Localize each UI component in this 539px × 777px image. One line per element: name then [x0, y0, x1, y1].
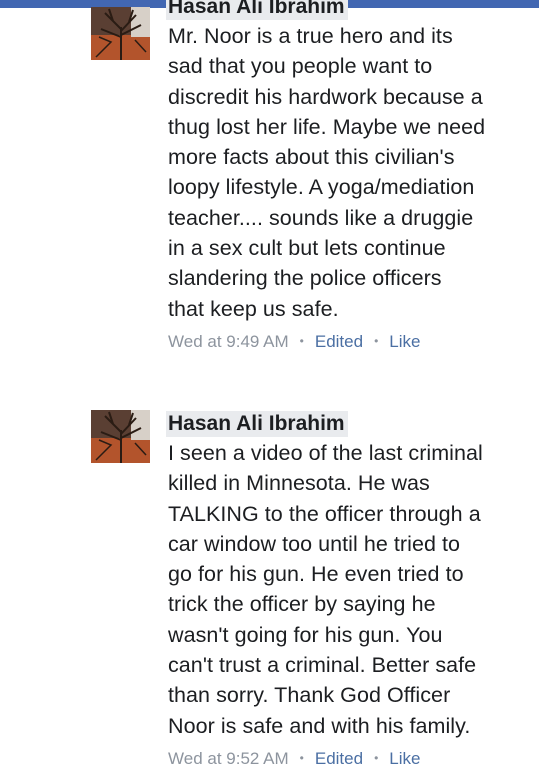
- separator-dot-icon: •: [299, 333, 304, 348]
- comment-text: Mr. Noor is a true hero and its sad that…: [168, 24, 486, 321]
- separator-dot-icon: •: [299, 750, 304, 765]
- comment-text: I seen a video of the last criminal kill…: [168, 441, 483, 738]
- comment-timestamp[interactable]: Wed at 9:49 AM: [168, 332, 289, 351]
- avatar[interactable]: [91, 7, 150, 60]
- avatar-photo-icon: [91, 410, 150, 463]
- separator-dot-icon: •: [374, 750, 379, 765]
- like-button[interactable]: Like: [389, 332, 420, 351]
- comment-timestamp[interactable]: Wed at 9:52 AM: [168, 749, 289, 768]
- comment-meta: Wed at 9:49 AM • Edited • Like: [168, 330, 528, 353]
- avatar[interactable]: [91, 410, 150, 463]
- comment-author-name[interactable]: Hasan Ali Ibrahim: [166, 411, 348, 437]
- comment-author-name[interactable]: Hasan Ali Ibrahim: [166, 0, 348, 20]
- edited-link[interactable]: Edited: [315, 749, 363, 768]
- like-button[interactable]: Like: [389, 749, 420, 768]
- avatar-photo-icon: [91, 7, 150, 60]
- comment-meta: Wed at 9:52 AM • Edited • Like: [168, 747, 528, 770]
- separator-dot-icon: •: [374, 333, 379, 348]
- edited-link[interactable]: Edited: [315, 332, 363, 351]
